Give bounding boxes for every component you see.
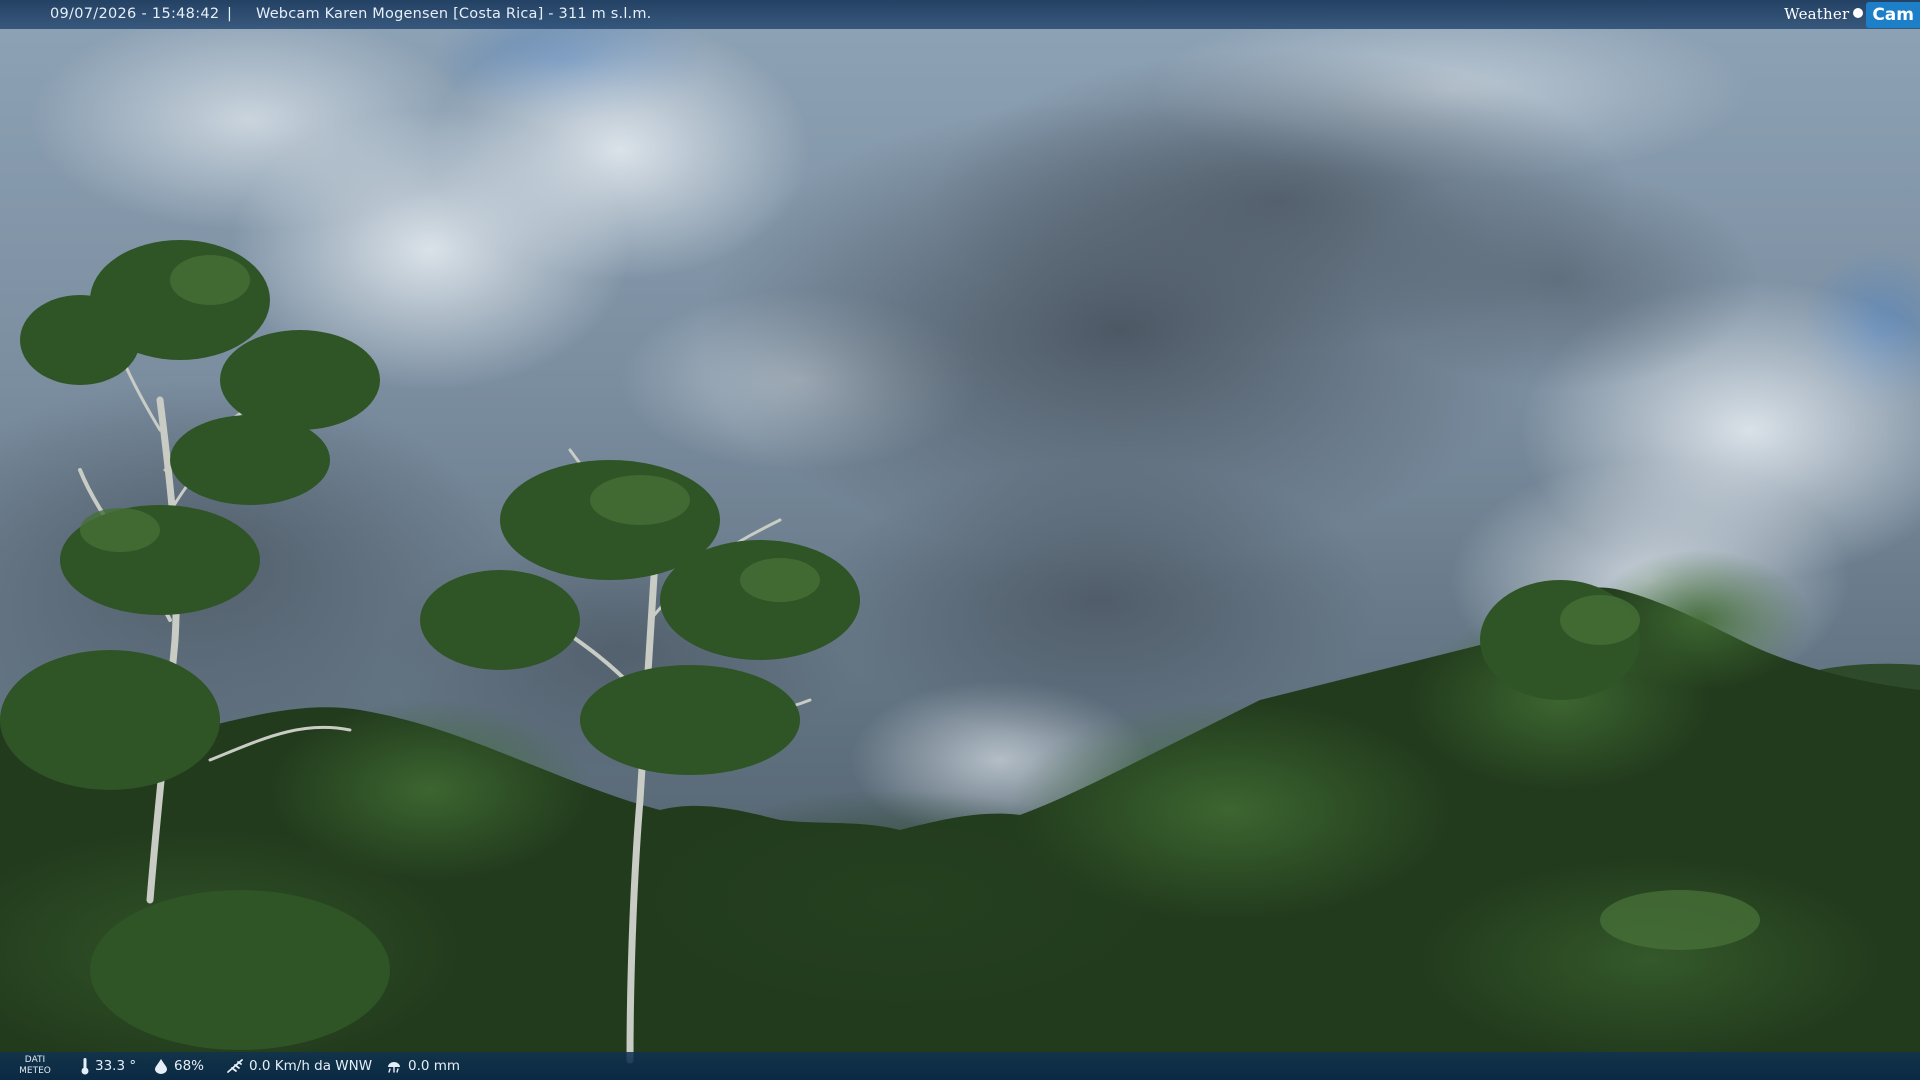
webcam-title: Webcam Karen Mogensen [Costa Rica] - 311… bbox=[256, 6, 652, 22]
header-separator: | bbox=[227, 6, 232, 22]
logo-text-weather: Weather bbox=[1784, 5, 1850, 23]
datetime-stamp: 09/07/2026 - 15:48:42 bbox=[50, 6, 220, 22]
thermometer-icon bbox=[81, 1058, 89, 1075]
rain-reading: 0.0 mm bbox=[385, 1052, 460, 1080]
header-bar: 09/07/2026 - 15:48:42 | Webcam Karen Mog… bbox=[0, 0, 1920, 29]
wind-reading: 0.0 Km/h da WNW bbox=[226, 1052, 372, 1080]
logo-text-cam: Cam bbox=[1866, 1, 1920, 28]
weathercam-logo: Weather Cam bbox=[1784, 0, 1920, 29]
dati-label-line1: DATI bbox=[24, 1055, 46, 1065]
droplet-icon bbox=[155, 1059, 167, 1074]
rain-value: 0.0 mm bbox=[408, 1058, 461, 1074]
rain-icon bbox=[388, 1062, 400, 1073]
weather-data-bar: DATI METEO 33.3 ° 68% 0.0 Km/h da WNW 0.… bbox=[0, 1052, 1920, 1080]
humidity-reading: 68% bbox=[153, 1052, 204, 1080]
logo-dot-icon bbox=[1853, 7, 1864, 18]
wind-icon bbox=[227, 1059, 243, 1073]
humidity-value: 68% bbox=[174, 1058, 205, 1074]
dati-meteo-label: DATI METEO bbox=[14, 1055, 56, 1077]
wind-value: 0.0 Km/h da WNW bbox=[249, 1058, 373, 1074]
webcam-image bbox=[0, 0, 1920, 1080]
temperature-value: 33.3 ° bbox=[95, 1058, 137, 1074]
dati-label-line2: METEO bbox=[19, 1066, 51, 1076]
temperature-reading: 33.3 ° bbox=[80, 1052, 136, 1080]
